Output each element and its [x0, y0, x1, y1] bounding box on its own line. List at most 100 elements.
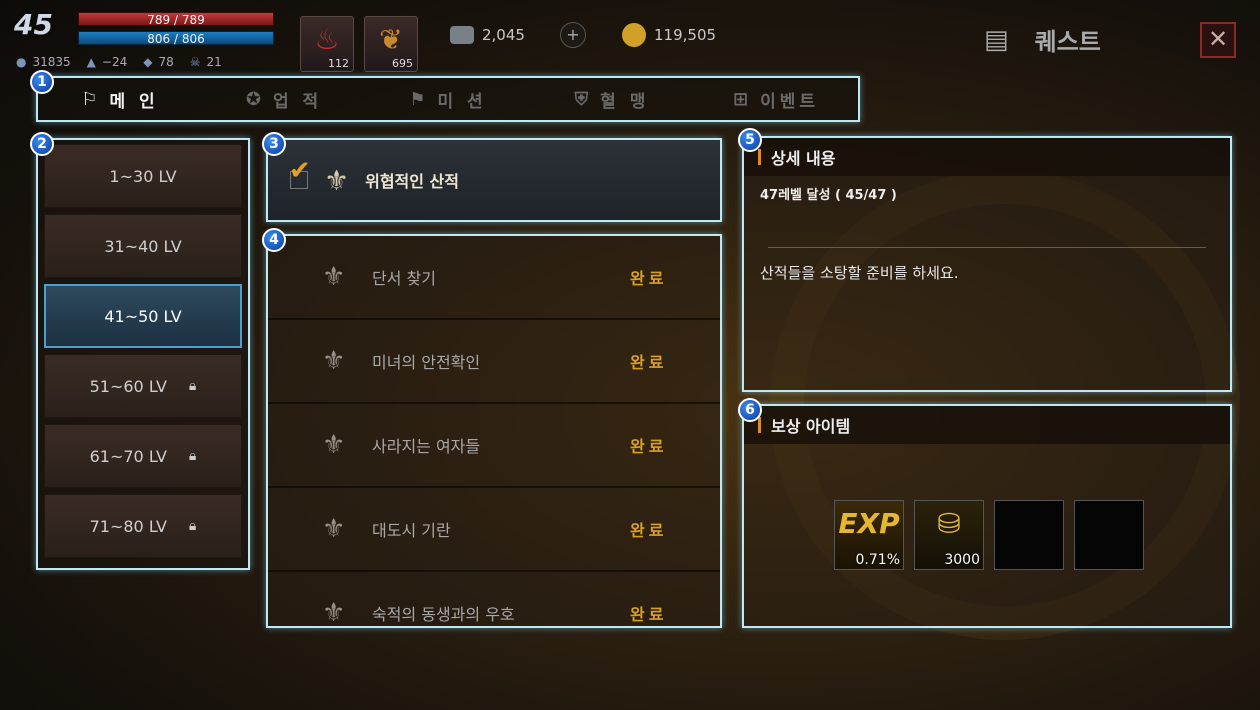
crest-icon: ⚜: [324, 163, 350, 197]
quest-row[interactable]: ⚜ 숙적의 동생과의 우호 완료: [268, 572, 720, 628]
player-stats: ● 31835 ▲ −24 ◆ 78 ☠ 21: [16, 54, 222, 70]
lock-icon: 🔒︎: [188, 378, 197, 394]
level-range-item[interactable]: 61~70 LV 🔒︎: [44, 424, 242, 488]
crest-icon: ⚜: [322, 346, 346, 376]
gold-coins-icon: ⛁: [937, 507, 961, 540]
quest-name: 미녀의 안전확인: [372, 353, 481, 372]
quest-row[interactable]: ⚜ 대도시 기란 완료: [268, 488, 720, 572]
tab-achievement[interactable]: ✪ 업 적: [202, 78, 366, 120]
crest-icon: ⚜: [322, 514, 346, 544]
badge-1: 1: [30, 70, 54, 94]
level-range-list: 1~30 LV 31~40 LV 41~50 LV 51~60 LV 🔒︎ 61~…: [36, 138, 250, 570]
badge-3: 3: [262, 132, 286, 156]
potion-count: 112: [328, 57, 349, 70]
tab-event[interactable]: ⊞ 이벤트: [694, 78, 858, 120]
level-range-item[interactable]: 1~30 LV: [44, 144, 242, 208]
exp-icon: EXP: [838, 507, 900, 540]
quest-name: 숙적의 동생과의 우호: [372, 605, 515, 624]
medal-icon: ✪: [245, 88, 261, 110]
exp-amount: 0.71%: [855, 552, 900, 568]
quest-description: 산적들을 소탕할 준비를 하세요.: [760, 264, 959, 282]
crest-icon: ⚜: [322, 598, 346, 628]
lock-icon: 🔒︎: [188, 448, 197, 464]
quest-name: 단서 찾기: [372, 269, 436, 288]
crest-icon: ⚜: [322, 262, 346, 292]
quest-name: 대도시 기란: [372, 521, 451, 540]
tab-clan[interactable]: ⛨ 혈 맹: [530, 78, 694, 120]
quest-detail-panel: 상세 내용 47레벨 달성 ( 45/47 ) 산적들을 소탕할 준비를 하세요…: [742, 136, 1232, 392]
feather-icon: ❦: [379, 23, 403, 56]
exp-reward[interactable]: EXP 0.71%: [834, 500, 904, 570]
gold-coin-icon: [622, 23, 646, 47]
add-button[interactable]: +: [560, 22, 586, 48]
gem-amount: 2,045: [482, 26, 525, 44]
shield-icon: ⛨: [574, 88, 589, 110]
level-range-item[interactable]: 51~60 LV 🔒︎: [44, 354, 242, 418]
level-range-item-selected[interactable]: 41~50 LV: [44, 284, 242, 348]
feather-count: 695: [392, 57, 413, 70]
player-level: 45: [14, 8, 53, 41]
potion-icon: ♨: [314, 23, 340, 56]
badge-6: 6: [738, 398, 762, 422]
window-title: ▤ 퀘스트: [984, 22, 1101, 57]
quest-row[interactable]: ⚜ 단서 찾기 완료: [268, 236, 720, 320]
flag-icon: ⚐: [81, 88, 98, 110]
gold-amount-reward: 3000: [944, 552, 980, 568]
tab-bar: ⚐ 메 인 ✪ 업 적 ⚑ 미 션 ⛨ 혈 맹 ⊞ 이벤트: [36, 76, 860, 122]
reward-header: 보상 아이템: [744, 406, 1230, 444]
potion-slot[interactable]: ♨ 112: [300, 16, 354, 72]
quest-status: 완료: [630, 269, 668, 288]
level-range-item[interactable]: 71~80 LV 🔒︎: [44, 494, 242, 558]
current-quest-name: 위협적인 산적: [365, 172, 459, 191]
current-quest[interactable]: ⚜ 위협적인 산적: [266, 138, 722, 222]
speed-icon: ◆: [143, 55, 153, 69]
banner-icon: ⚑: [409, 88, 426, 110]
add-currency[interactable]: +: [560, 22, 586, 48]
quest-name: 사라지는 여자들: [372, 437, 481, 456]
scroll-icon: ▤: [984, 24, 1009, 55]
quest-status: 완료: [630, 353, 668, 372]
tab-mission[interactable]: ⚑ 미 션: [366, 78, 530, 120]
mp-bar: 806 / 806: [78, 31, 274, 46]
title-text: 퀘스트: [1034, 28, 1101, 56]
reward-panel: 보상 아이템 EXP 0.71% ⛁ 3000: [742, 404, 1232, 628]
feather-slot[interactable]: ❦ 695: [364, 16, 418, 72]
tab-main[interactable]: ⚐ 메 인: [38, 78, 202, 120]
close-button[interactable]: ✕: [1200, 22, 1236, 58]
detail-header: 상세 내용: [744, 138, 1230, 176]
gem-currency: 2,045: [450, 22, 525, 48]
stat-speed: ◆ 78: [143, 55, 174, 69]
gold-reward[interactable]: ⛁ 3000: [914, 500, 984, 570]
gift-icon: ⊞: [732, 88, 749, 110]
quest-list: ⚜ 단서 찾기 완료 ⚜ 미녀의 안전확인 완료 ⚜ 사라지는 여자들 완료 ⚜…: [266, 234, 722, 628]
quest-goal: 47레벨 달성 ( 45/47 ): [760, 188, 897, 203]
top-hud: 45 789 / 789 806 / 806 ● 31835 ▲ −24 ◆ 78 ☠…: [0, 0, 1260, 74]
skull-icon: ☠: [189, 55, 201, 69]
badge-5: 5: [738, 128, 762, 152]
gem-icon: [450, 26, 474, 44]
quest-row[interactable]: ⚜ 미녀의 안전확인 완료: [268, 320, 720, 404]
empty-reward-slot: [994, 500, 1064, 570]
stat-helmet: ▲ −24: [86, 55, 128, 69]
quest-row[interactable]: ⚜ 사라지는 여자들 완료: [268, 404, 720, 488]
crest-icon: ⚜: [322, 430, 346, 460]
badge-2: 2: [30, 132, 54, 156]
helmet-icon: ▲: [86, 55, 96, 69]
empty-reward-slot: [1074, 500, 1144, 570]
quest-status: 완료: [630, 437, 668, 456]
stat-skull: ☠ 21: [189, 55, 222, 69]
quest-status: 완료: [630, 521, 668, 540]
lock-icon: 🔒︎: [188, 518, 197, 534]
header-marker: [758, 417, 761, 433]
stat-water: ● 31835: [16, 55, 71, 69]
hp-bar: 789 / 789: [78, 12, 274, 27]
check-icon: [289, 156, 311, 189]
level-range-item[interactable]: 31~40 LV: [44, 214, 242, 278]
water-drop-icon: ●: [16, 55, 27, 69]
gold-amount: 119,505: [654, 26, 717, 44]
quest-status: 완료: [630, 605, 668, 624]
header-marker: [758, 149, 761, 165]
close-icon: ✕: [1207, 25, 1229, 53]
badge-4: 4: [262, 228, 286, 252]
gold-currency: 119,505: [622, 22, 716, 48]
